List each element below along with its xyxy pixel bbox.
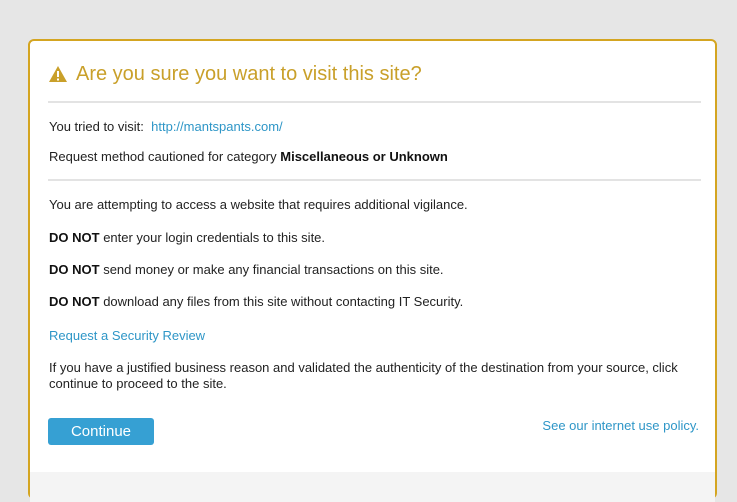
warning-line: DO NOT enter your login credentials to t… <box>49 230 325 245</box>
category-name: Miscellaneous or Unknown <box>280 149 448 164</box>
category-line: Request method cautioned for category Mi… <box>49 149 448 164</box>
warning-emphasis: DO NOT <box>49 230 100 245</box>
continue-button[interactable]: Continue <box>48 418 154 445</box>
dialog-title: Are you sure you want to visit this site… <box>76 63 422 85</box>
visit-prefix: You tried to visit: <box>49 119 144 134</box>
warning-triangle-icon <box>48 65 68 83</box>
warning-text: enter your login credentials to this sit… <box>103 230 326 245</box>
visit-line: You tried to visit: http://mantspants.co… <box>49 119 283 134</box>
warning-emphasis: DO NOT <box>49 294 100 309</box>
category-prefix: Request method cautioned for category <box>49 149 277 164</box>
security-review-link[interactable]: Request a Security Review <box>49 328 205 343</box>
internet-use-policy-link[interactable]: See our internet use policy. <box>542 418 699 433</box>
divider <box>48 179 701 181</box>
visit-url-link[interactable]: http://mantspants.com/ <box>151 119 283 134</box>
warning-text: download any files from this site withou… <box>103 294 464 309</box>
warning-text: send money or make any financial transac… <box>103 262 444 277</box>
dialog-header: Are you sure you want to visit this site… <box>48 59 422 89</box>
warning-line: DO NOT send money or make any financial … <box>49 262 444 277</box>
dialog-footer <box>30 472 715 502</box>
justification-text: If you have a justified business reason … <box>49 360 678 391</box>
warning-emphasis: DO NOT <box>49 262 100 277</box>
divider <box>48 101 701 103</box>
security-review-row: Request a Security Review <box>49 328 205 343</box>
vigilance-text: You are attempting to access a website t… <box>49 197 468 212</box>
warning-dialog: Are you sure you want to visit this site… <box>28 39 717 502</box>
warning-line: DO NOT download any files from this site… <box>49 294 463 309</box>
